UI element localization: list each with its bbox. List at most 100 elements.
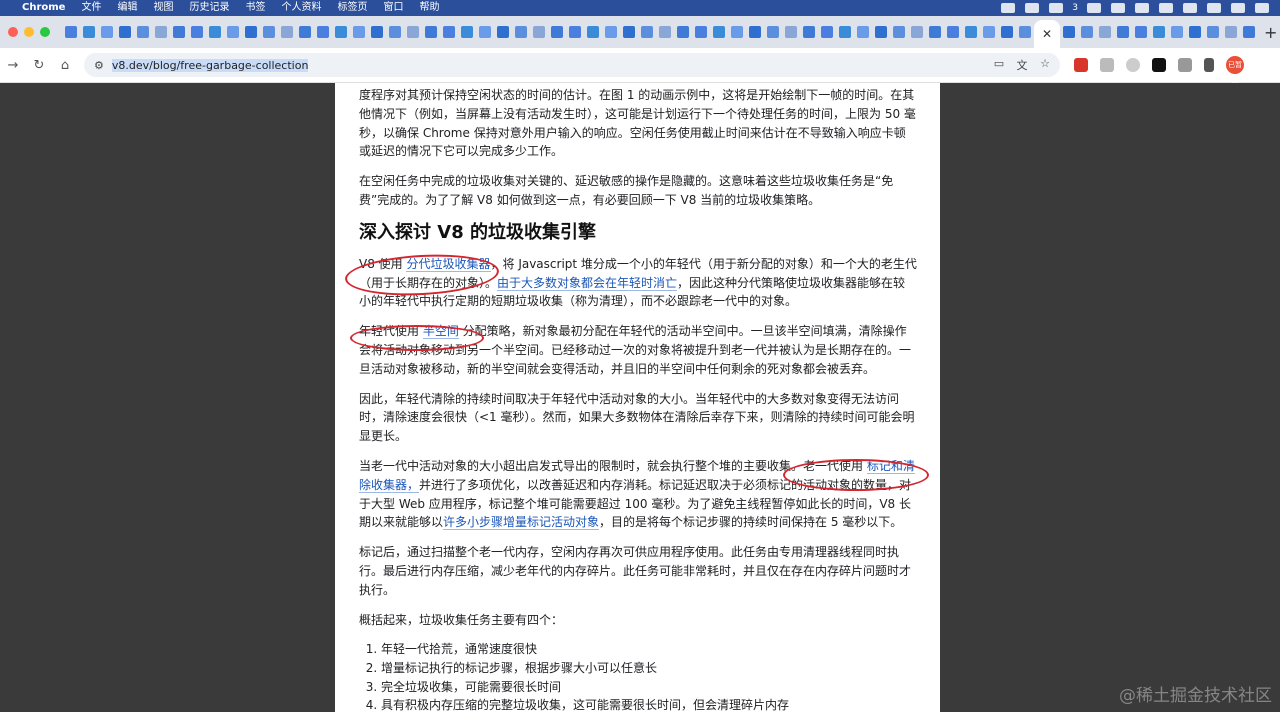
tab-favicon[interactable] [335,26,347,38]
tab-favicon[interactable] [1081,26,1093,38]
menu-bookmarks[interactable]: 书签 [237,0,273,16]
tab-favicon[interactable] [1135,26,1147,38]
tab-favicon[interactable] [209,26,221,38]
home-icon[interactable]: ⌂ [52,58,78,73]
siri-icon[interactable] [1255,3,1269,13]
close-window-icon[interactable] [8,27,18,37]
tab-favicon[interactable] [857,26,869,38]
tab-favicon[interactable] [1099,26,1111,38]
link-generational-gc[interactable]: 分代垃圾收集器 [406,256,491,272]
side-panel-icon[interactable] [1204,58,1214,72]
tab-favicon[interactable] [911,26,923,38]
menu-help[interactable]: 帮助 [411,0,447,16]
tab-favicon[interactable] [767,26,779,38]
menu-history[interactable]: 历史记录 [181,0,237,16]
wechat-status-icon[interactable] [1001,3,1016,13]
tab-favicon[interactable] [155,26,167,38]
tab-favicon[interactable] [1225,26,1237,38]
tab-favicon[interactable] [461,26,473,38]
tab-favicon[interactable] [1171,26,1183,38]
tab-favicon[interactable] [83,26,95,38]
menu-tabs[interactable]: 标签页 [329,0,375,16]
tab-favicon[interactable] [515,26,527,38]
tab-favicon[interactable] [425,26,437,38]
cast-icon[interactable]: ▭ [992,57,1006,73]
tab-favicon[interactable] [281,26,293,38]
tab-favicon[interactable] [353,26,365,38]
link-objects-die-young[interactable]: 由于大多数对象都会在年轻时消亡 [497,275,678,291]
tab-favicon[interactable] [191,26,203,38]
reload-icon[interactable]: ↻ [26,58,52,73]
tab-favicon[interactable] [965,26,977,38]
tab-favicon[interactable] [1117,26,1129,38]
tab-favicon[interactable] [641,26,653,38]
tab-favicon[interactable] [983,26,995,38]
tab-favicon[interactable] [587,26,599,38]
tab-favicon[interactable] [443,26,455,38]
tab-favicon[interactable] [245,26,257,38]
grid-status-icon[interactable] [1159,3,1173,13]
box-status-icon[interactable] [1111,3,1125,13]
tab-favicon[interactable] [299,26,311,38]
tab-favicon[interactable] [713,26,725,38]
tiktok-extension-icon[interactable] [1152,58,1166,72]
puzzle-extensions-icon[interactable] [1178,58,1192,72]
tab-favicon[interactable] [65,26,77,38]
tab-favicon[interactable] [137,26,149,38]
tab-favicon[interactable] [569,26,581,38]
tab-favicon[interactable] [1207,26,1219,38]
close-tab-icon[interactable]: ✕ [1042,27,1052,41]
menu-view[interactable]: 视图 [145,0,181,16]
tab-favicon[interactable] [227,26,239,38]
tab-favicon[interactable] [1001,26,1013,38]
link-incremental-marking[interactable]: 许多小步骤增量标记活动对象 [443,515,600,531]
tab-favicon[interactable] [731,26,743,38]
tab-favicon[interactable] [875,26,887,38]
tab-favicon[interactable] [371,26,383,38]
tab-favicon[interactable] [317,26,329,38]
wifi-signal-icon[interactable] [1183,3,1197,13]
tab-favicon[interactable] [695,26,707,38]
site-info-icon[interactable]: ⚙ [94,59,104,72]
address-bar[interactable]: ⚙ v8.dev/blog/free-garbage-collection ▭ … [84,53,1060,77]
tab-favicon[interactable] [551,26,563,38]
tab-favicon[interactable] [947,26,959,38]
bookmark-star-icon[interactable]: ☆ [1038,57,1052,73]
tab-favicon[interactable] [785,26,797,38]
tab-favicon[interactable] [533,26,545,38]
profile-avatar[interactable]: 已暂停 [1226,56,1244,87]
new-tab-icon[interactable]: + [1264,23,1277,42]
tab-favicon[interactable] [1019,26,1031,38]
wifi-status-icon[interactable] [1025,3,1040,13]
tab-favicon[interactable] [1243,26,1255,38]
menu-file[interactable]: 文件 [73,0,109,16]
tab-favicon[interactable] [389,26,401,38]
tab-favicon[interactable] [803,26,815,38]
tab-favicon[interactable] [479,26,491,38]
tab-favicon[interactable] [839,26,851,38]
link-semi-space[interactable]: 半空间 [422,324,459,340]
tab-favicon[interactable] [119,26,131,38]
control-center-icon[interactable] [1231,3,1245,13]
tab-favicon[interactable] [659,26,671,38]
minimize-window-icon[interactable] [24,27,34,37]
tab-favicon[interactable] [101,26,113,38]
ye-status-icon[interactable] [1087,3,1101,13]
tab-favicon[interactable] [407,26,419,38]
menu-profile[interactable]: 个人资料 [273,0,329,16]
tab-favicon[interactable] [1189,26,1201,38]
tab-favicon[interactable] [1153,26,1165,38]
tab-favicon[interactable] [929,26,941,38]
search-status-icon[interactable] [1207,3,1221,13]
person-status-icon[interactable] [1049,3,1064,13]
tab-favicon[interactable] [497,26,509,38]
menu-edit[interactable]: 编辑 [109,0,145,16]
tab-favicon[interactable] [677,26,689,38]
extension-circle-icon[interactable] [1126,58,1140,72]
tab-favicon[interactable] [1063,26,1075,38]
tab-favicon[interactable] [623,26,635,38]
tab-favicon[interactable] [605,26,617,38]
zoom-window-icon[interactable] [40,27,50,37]
tab-favicon[interactable] [821,26,833,38]
translate-icon[interactable]: 文 [1015,57,1029,73]
